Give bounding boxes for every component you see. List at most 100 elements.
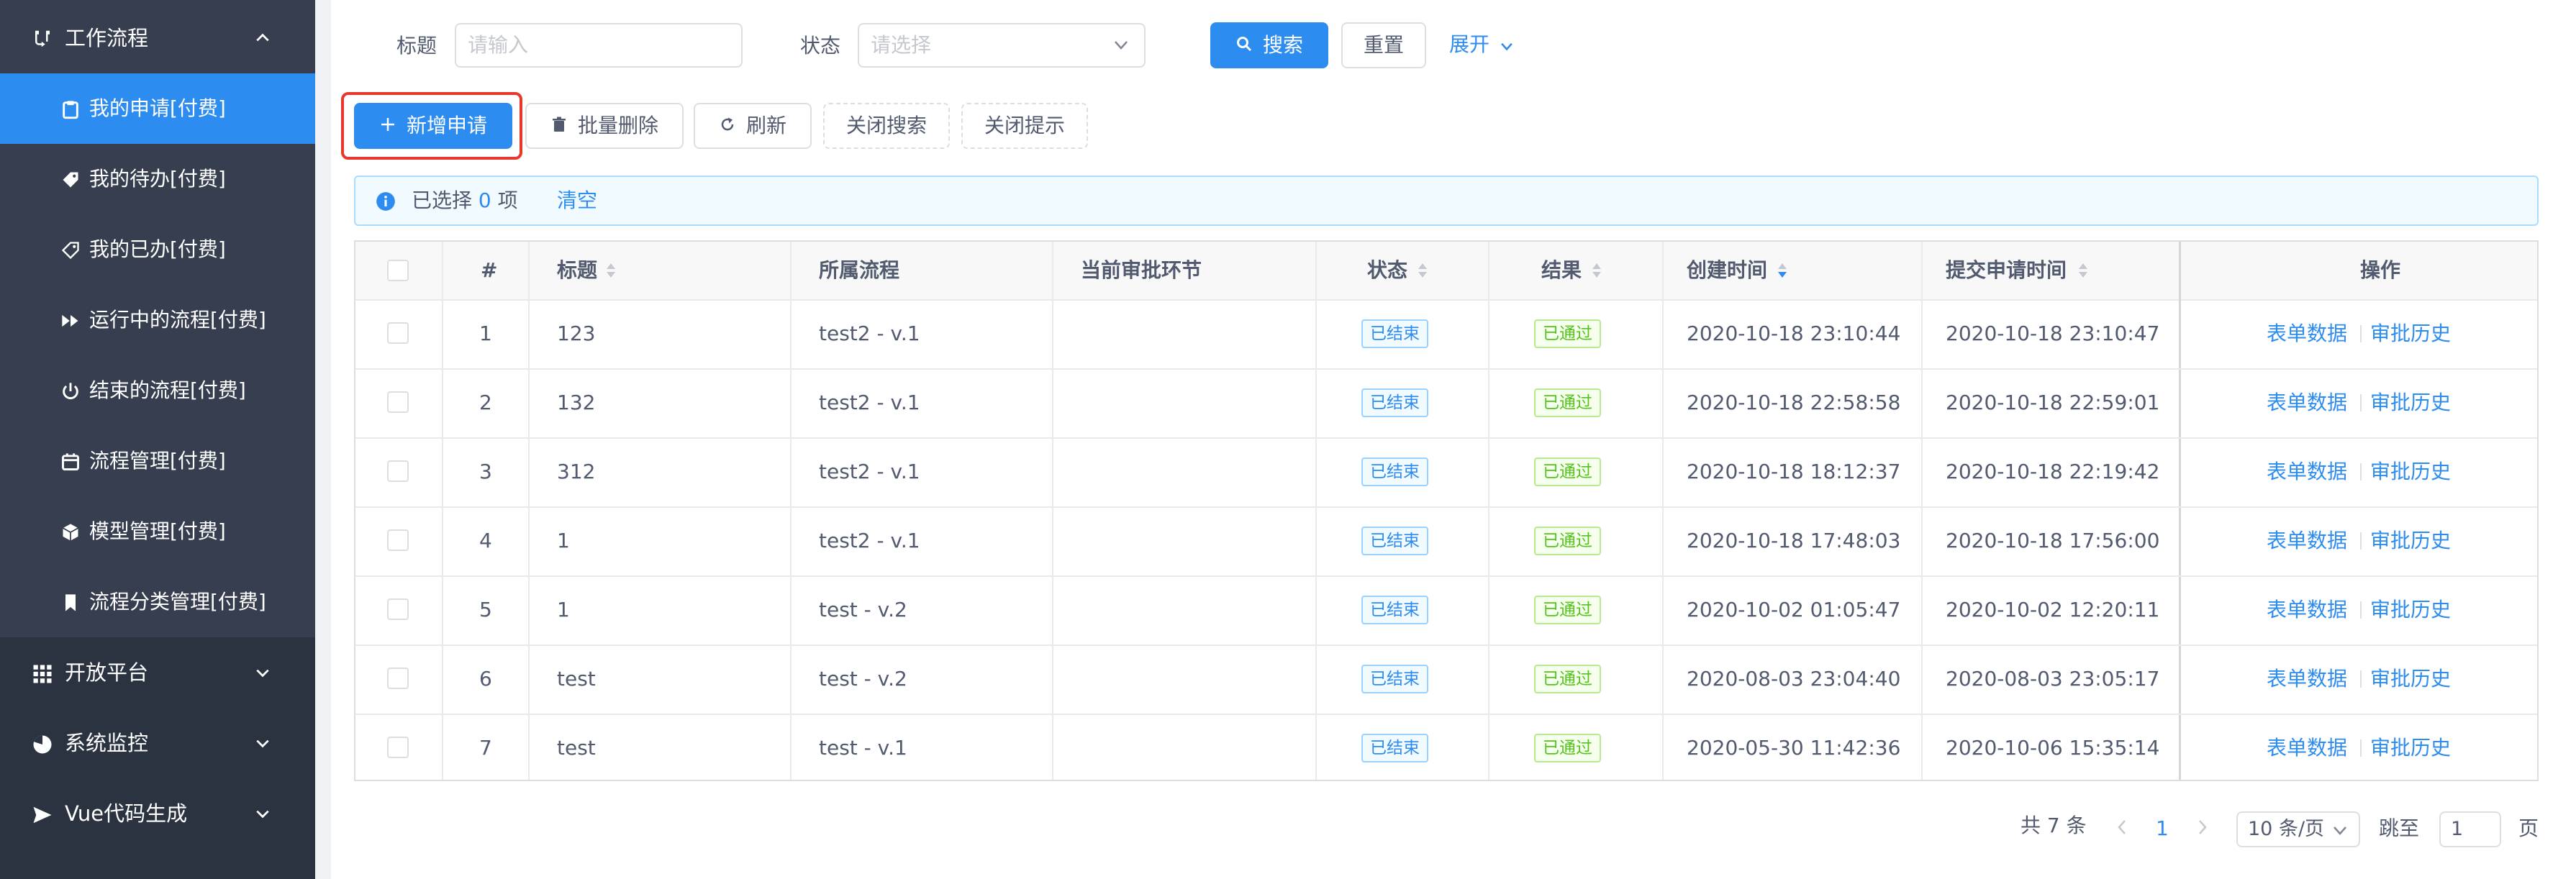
row-index: 1 <box>479 322 492 345</box>
status-badge: 已结束 <box>1361 734 1428 762</box>
row-index: 3 <box>479 460 492 483</box>
expand-link[interactable]: 展开 <box>1449 30 1513 59</box>
row-process: test2 - v.1 <box>819 529 920 552</box>
table-row: 1 123 test2 - v.1 已结束 已通过 2020-10-18 23:… <box>355 299 2537 370</box>
cube-icon <box>63 524 78 541</box>
col-status[interactable]: 状态 <box>1367 256 1407 285</box>
row-checkbox[interactable] <box>387 391 409 413</box>
sidebar-item-label: 流程管理[付费] <box>89 449 226 473</box>
row-title: 1 <box>557 529 570 552</box>
sidebar-item-label: 运行中的流程[付费] <box>89 308 266 332</box>
status-select[interactable]: 请选择 <box>858 23 1146 68</box>
form-data-link[interactable]: 表单数据 <box>2267 527 2347 555</box>
selection-prefix: 已选择 <box>412 188 473 212</box>
sidebar-group-workflow[interactable]: 工作流程 <box>0 3 315 73</box>
row-checkbox[interactable] <box>387 460 409 482</box>
sidebar-item-category-management[interactable]: 流程分类管理[付费] <box>0 567 315 637</box>
sort-desc-icon[interactable] <box>1777 263 1787 278</box>
result-badge: 已通过 <box>1534 596 1601 624</box>
bookmark-icon <box>65 594 76 611</box>
col-title[interactable]: 标题 <box>557 256 597 285</box>
sidebar-submenu: 我的申请[付费] 我的待办[付费] 我的已办[付费] 运行中的流程[付费] 结束… <box>0 73 315 637</box>
sort-icon[interactable] <box>606 263 616 278</box>
sidebar-item-my-applications[interactable]: 我的申请[付费] <box>0 73 315 144</box>
prev-page-icon[interactable] <box>2115 819 2128 836</box>
sort-icon[interactable] <box>1418 263 1428 278</box>
sidebar-item-my-done[interactable]: 我的已办[付费] <box>0 214 315 285</box>
row-submitted-time: 2020-10-18 22:19:42 <box>1946 460 2160 483</box>
row-title: test <box>557 736 596 760</box>
jump-page-input[interactable]: 1 <box>2439 811 2501 847</box>
chevron-down-icon <box>1115 41 1128 50</box>
batch-delete-label: 批量删除 <box>577 114 658 137</box>
selection-count-text: 已选择 0 项 <box>412 177 518 224</box>
sidebar-item-my-todo[interactable]: 我的待办[付费] <box>0 144 315 214</box>
row-checkbox[interactable] <box>387 322 409 344</box>
action-divider <box>2360 325 2362 342</box>
sidebar-group-open-platform[interactable]: 开放平台 <box>0 637 315 708</box>
form-data-link[interactable]: 表单数据 <box>2267 388 2347 417</box>
next-page-icon[interactable] <box>2196 819 2209 836</box>
search-button[interactable]: 搜索 <box>1210 22 1328 68</box>
pagination-current-page[interactable]: 1 <box>2156 814 2169 843</box>
form-data-link[interactable]: 表单数据 <box>2267 596 2347 624</box>
reset-button[interactable]: 重置 <box>1341 22 1426 68</box>
sidebar-group-vue-codegen[interactable]: Vue代码生成 <box>0 778 315 849</box>
chevron-down-icon <box>256 739 269 748</box>
approval-history-link[interactable]: 审批历史 <box>2370 388 2451 417</box>
select-all-checkbox[interactable] <box>387 260 409 281</box>
row-checkbox[interactable] <box>387 737 409 758</box>
form-data-link[interactable]: 表单数据 <box>2267 734 2347 762</box>
approval-history-link[interactable]: 审批历史 <box>2370 457 2451 486</box>
close-search-button[interactable]: 关闭搜索 <box>823 103 950 149</box>
sidebar-item-label: 流程分类管理[付费] <box>89 590 266 614</box>
calendar-icon <box>62 453 79 470</box>
action-divider <box>2360 532 2362 550</box>
sidebar-item-process-management[interactable]: 流程管理[付费] <box>0 426 315 496</box>
title-input[interactable]: 请输入 <box>455 23 743 68</box>
result-badge: 已通过 <box>1534 319 1601 348</box>
row-checkbox[interactable] <box>387 598 409 620</box>
sidebar-item-running-processes[interactable]: 运行中的流程[付费] <box>0 285 315 355</box>
status-badge: 已结束 <box>1361 527 1428 555</box>
row-checkbox[interactable] <box>387 668 409 689</box>
page-size-select[interactable]: 10 条/页 <box>2236 811 2360 847</box>
sidebar-item-model-management[interactable]: 模型管理[付费] <box>0 496 315 567</box>
table-row: 7 test test - v.1 已结束 已通过 2020-05-30 11:… <box>355 714 2537 783</box>
result-badge: 已通过 <box>1534 457 1601 486</box>
refresh-button[interactable]: 刷新 <box>694 103 812 149</box>
refresh-icon <box>721 117 734 131</box>
result-badge: 已通过 <box>1534 665 1601 693</box>
clear-selection-link[interactable]: 清空 <box>557 177 597 224</box>
row-index: 2 <box>479 391 492 414</box>
sidebar-group-system-monitor[interactable]: 系统监控 <box>0 708 315 778</box>
form-data-link[interactable]: 表单数据 <box>2267 665 2347 693</box>
sidebar-item-finished-processes[interactable]: 结束的流程[付费] <box>0 355 315 426</box>
row-checkbox[interactable] <box>387 529 409 551</box>
status-badge: 已结束 <box>1361 665 1428 693</box>
action-divider <box>2360 739 2362 757</box>
close-tip-button[interactable]: 关闭提示 <box>961 103 1088 149</box>
col-submitted-time[interactable]: 提交申请时间 <box>1946 256 2067 285</box>
table-row: 5 1 test - v.2 已结束 已通过 2020-10-02 01:05:… <box>355 575 2537 646</box>
row-title: 1 <box>557 598 570 621</box>
approval-history-link[interactable]: 审批历史 <box>2370 319 2451 348</box>
status-badge: 已结束 <box>1361 457 1428 486</box>
table-row: 4 1 test2 - v.1 已结束 已通过 2020-10-18 17:48… <box>355 506 2537 577</box>
col-created-time[interactable]: 创建时间 <box>1687 256 1767 285</box>
sort-icon[interactable] <box>1592 263 1602 278</box>
chevron-up-icon <box>256 33 269 42</box>
approval-history-link[interactable]: 审批历史 <box>2370 527 2451 555</box>
approval-history-link[interactable]: 审批历史 <box>2370 665 2451 693</box>
trash-icon <box>552 117 566 132</box>
row-index: 4 <box>479 529 492 552</box>
approval-history-link[interactable]: 审批历史 <box>2370 596 2451 624</box>
row-process: test2 - v.1 <box>819 322 920 345</box>
sort-icon[interactable] <box>2078 263 2088 278</box>
form-data-link[interactable]: 表单数据 <box>2267 457 2347 486</box>
action-divider <box>2360 601 2362 619</box>
form-data-link[interactable]: 表单数据 <box>2267 319 2347 348</box>
batch-delete-button[interactable]: 批量删除 <box>525 103 684 149</box>
col-result[interactable]: 结果 <box>1541 256 1582 285</box>
approval-history-link[interactable]: 审批历史 <box>2370 734 2451 762</box>
